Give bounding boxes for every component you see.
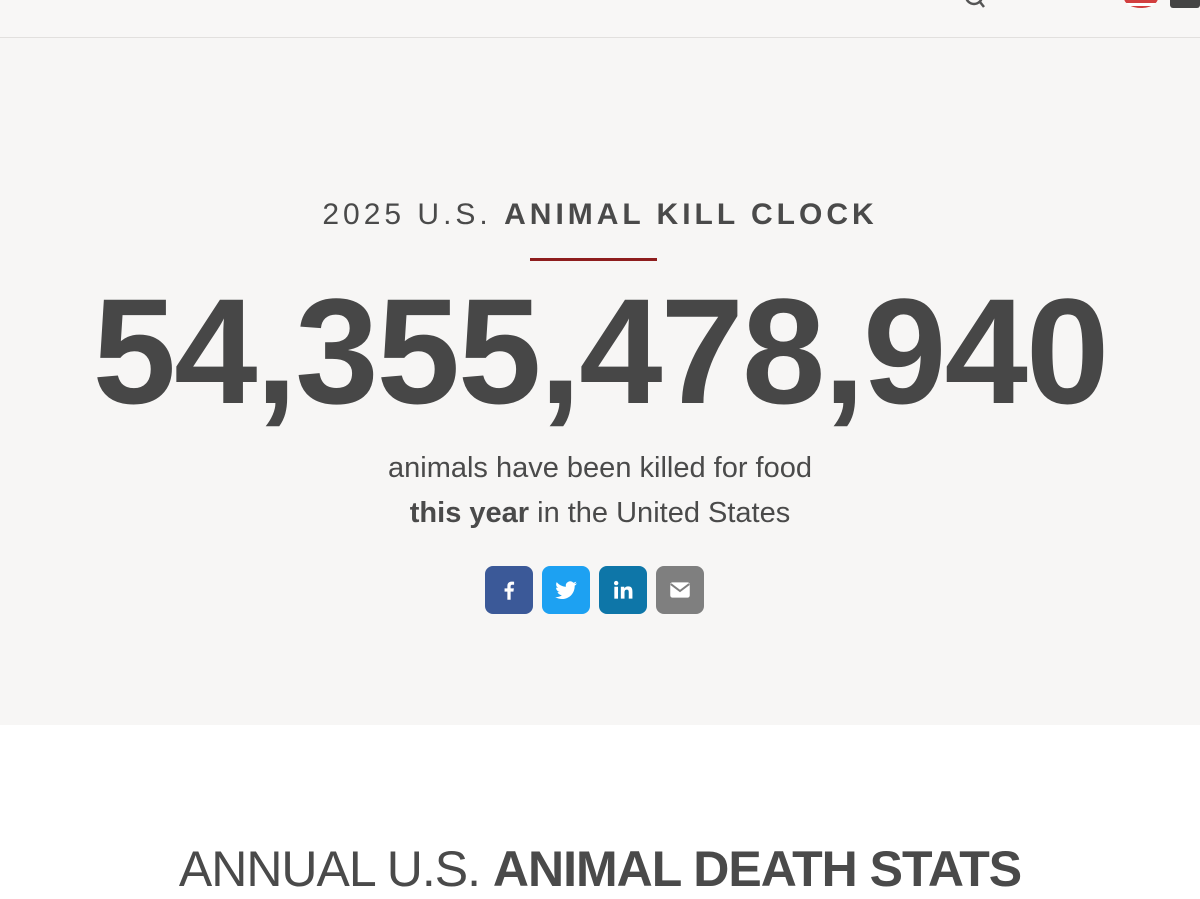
- kill-clock-heading: 2025 U.S. ANIMAL KILL CLOCK: [0, 198, 1200, 232]
- caption-line-1: animals have been killed for food: [388, 452, 812, 484]
- annual-stats-heading: ANNUAL U.S. ANIMAL DEATH STATS: [0, 840, 1200, 898]
- share-buttons: [485, 566, 704, 614]
- kill-clock-hero: 2025 U.S. ANIMAL KILL CLOCK 54,355,478,9…: [0, 38, 1200, 725]
- heading-divider: [530, 258, 657, 261]
- facebook-share-button[interactable]: [485, 566, 533, 614]
- kicker-bold-text: ANIMAL KILL CLOCK: [504, 198, 878, 231]
- twitter-icon: [555, 581, 577, 599]
- us-flag-icon[interactable]: [1124, 0, 1158, 8]
- search-icon[interactable]: [962, 0, 986, 10]
- kicker-light-text: 2025 U.S.: [322, 198, 492, 231]
- caption-line-2: this year in the United States: [0, 491, 1200, 536]
- linkedin-icon: [614, 580, 633, 599]
- stats-heading-bold: ANIMAL DEATH STATS: [492, 841, 1022, 897]
- stats-heading-light: ANNUAL U.S.: [178, 841, 481, 897]
- email-icon: [670, 582, 690, 598]
- caption-emphasis: this year: [409, 497, 530, 529]
- email-share-button[interactable]: [656, 566, 704, 614]
- top-navigation-bar: [0, 0, 1200, 38]
- twitter-share-button[interactable]: [542, 566, 590, 614]
- kill-counter: 54,355,478,940: [92, 267, 1110, 435]
- counter-caption: animals have been killed for food this y…: [0, 446, 1200, 536]
- linkedin-share-button[interactable]: [599, 566, 647, 614]
- facebook-icon: [504, 581, 515, 600]
- language-icon[interactable]: [1170, 0, 1200, 8]
- caption-line-2-text: in the United States: [529, 497, 791, 529]
